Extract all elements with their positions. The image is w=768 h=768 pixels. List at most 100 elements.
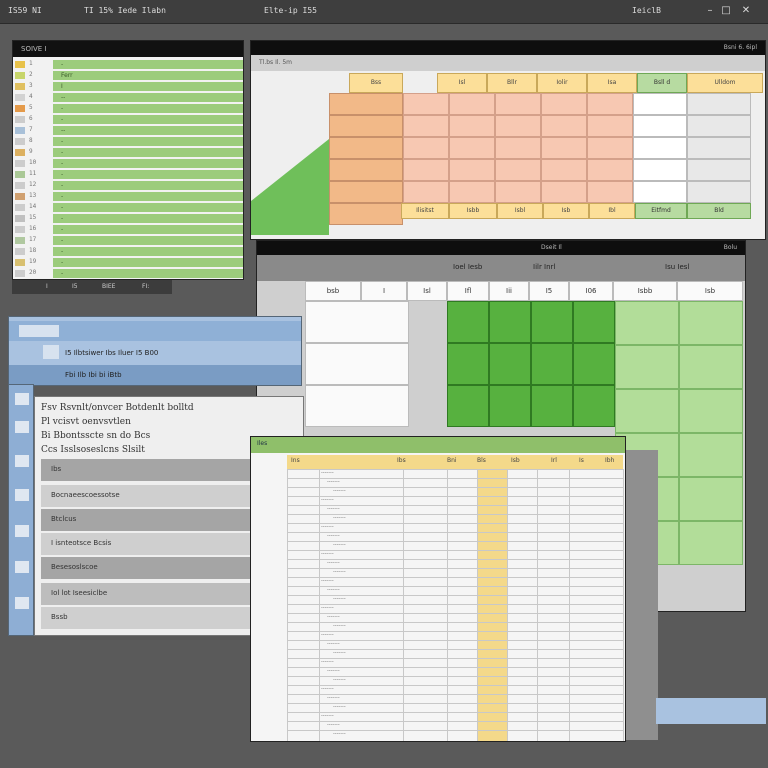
tab-2[interactable]: Iilr Inrl <box>533 263 555 271</box>
list-row[interactable]: 15 - <box>13 213 243 224</box>
tool-icon[interactable] <box>15 455 29 467</box>
grid-cell[interactable] <box>687 181 751 203</box>
option-bar[interactable]: Iol lot Iseesiclbe <box>41 583 251 605</box>
menu-bar[interactable]: TI 15% Iede Ilabn <box>84 6 166 15</box>
grid-cell[interactable] <box>305 343 409 385</box>
grid-cell[interactable] <box>687 159 751 181</box>
grid-cell[interactable] <box>489 385 531 427</box>
footer-cell[interactable]: Isb <box>543 203 589 219</box>
cell-text[interactable]: ------- <box>327 506 340 512</box>
list-item[interactable]: I5 Ilbtsiwer Ibs Iluer I5 B00 <box>9 343 301 363</box>
cell-text[interactable]: ------- <box>321 659 334 665</box>
cell-text[interactable]: ------- <box>327 533 340 539</box>
maximize-icon[interactable]: □ <box>720 5 732 17</box>
grid-cell[interactable] <box>541 137 587 159</box>
grid-cell[interactable] <box>449 181 495 203</box>
grid-cell[interactable] <box>615 389 679 433</box>
window-title-bar[interactable]: Bsni 6. 6ipl <box>251 41 765 55</box>
column-header[interactable]: Bss <box>349 73 403 93</box>
footer-item[interactable]: BIEE <box>102 283 115 290</box>
grid-cell[interactable] <box>531 343 573 385</box>
grid-cell[interactable] <box>541 93 587 115</box>
column-header[interactable]: Bllr <box>487 73 537 93</box>
cell-text[interactable]: ------- <box>327 722 340 728</box>
list-row[interactable]: 17 - <box>13 235 243 246</box>
cell-text[interactable]: ------- <box>333 623 346 629</box>
tab-1[interactable]: Ioel Iesb <box>453 263 482 271</box>
grid-cell[interactable] <box>615 301 679 345</box>
list-row[interactable]: 18 - <box>13 246 243 257</box>
grid-cell[interactable] <box>587 181 633 203</box>
close-icon[interactable]: ✕ <box>740 5 752 17</box>
grid-cell[interactable] <box>541 181 587 203</box>
grid-cell[interactable] <box>403 137 449 159</box>
tool-icon[interactable] <box>15 525 29 537</box>
grid-cell[interactable] <box>447 301 489 343</box>
grid-cell[interactable] <box>679 477 743 521</box>
list-row[interactable]: 5- <box>13 103 243 114</box>
cell-text[interactable]: ------- <box>333 596 346 602</box>
list-row[interactable]: 20 - <box>13 268 243 279</box>
cell-text[interactable]: ------- <box>321 605 334 611</box>
tab-3[interactable]: Isu Iesl <box>665 263 689 271</box>
grid-cell[interactable] <box>633 137 687 159</box>
grid-cell[interactable] <box>495 115 541 137</box>
list-row[interactable]: 4 -- <box>13 92 243 103</box>
list-item[interactable] <box>9 321 301 341</box>
list-row[interactable]: 11 - <box>13 169 243 180</box>
grid-cell[interactable] <box>403 181 449 203</box>
grid-cell[interactable] <box>489 301 531 343</box>
grid-cell[interactable] <box>573 385 615 427</box>
column-header[interactable]: Ifl <box>447 281 489 301</box>
cell-text[interactable]: ------- <box>321 713 334 719</box>
list-item[interactable]: Fbi Ilb Ibi bi iBtb <box>9 365 301 385</box>
grid-cell[interactable] <box>633 93 687 115</box>
grid-cell[interactable] <box>329 181 403 203</box>
grid-cell[interactable] <box>633 115 687 137</box>
grid-cell[interactable] <box>679 521 743 565</box>
column-header[interactable]: Isbb <box>613 281 677 301</box>
grid-cell[interactable] <box>495 159 541 181</box>
minimize-icon[interactable]: – <box>704 5 716 17</box>
list-row[interactable]: 8- <box>13 136 243 147</box>
footer-cell[interactable]: Isbl <box>497 203 543 219</box>
footer-cell[interactable]: Ibl <box>589 203 635 219</box>
cell-text[interactable]: ------- <box>333 731 346 737</box>
cell-text[interactable]: ------- <box>333 488 346 494</box>
option-bar[interactable]: Bssb <box>41 607 251 629</box>
cell-text[interactable]: ------- <box>321 632 334 638</box>
cell-text[interactable]: ------- <box>333 650 346 656</box>
grid-cell[interactable] <box>495 181 541 203</box>
grid-cell[interactable] <box>587 137 633 159</box>
grid-cell[interactable] <box>587 93 633 115</box>
grid-cell[interactable] <box>447 385 489 427</box>
column-header[interactable]: Isl <box>407 281 447 301</box>
grid-cell[interactable] <box>679 345 743 389</box>
window-title-bar[interactable]: SOIVE I <box>13 41 243 57</box>
grid-cell[interactable] <box>305 301 409 343</box>
footer-cell[interactable]: Ilisitst <box>401 203 449 219</box>
cell-text[interactable]: ------- <box>327 560 340 566</box>
list-row[interactable]: 3I <box>13 81 243 92</box>
list-row[interactable]: 1- <box>13 59 243 70</box>
grid-cell[interactable] <box>329 93 403 115</box>
list-row[interactable]: 2 Ferr <box>13 70 243 81</box>
grid-cell[interactable] <box>633 159 687 181</box>
option-bar[interactable]: Besesoslscoe <box>41 557 251 579</box>
grid-cell[interactable] <box>329 159 403 181</box>
grid-cell[interactable] <box>403 93 449 115</box>
tool-icon[interactable] <box>15 393 29 405</box>
cell-text[interactable]: ------- <box>327 614 340 620</box>
list-row[interactable]: 16 - <box>13 224 243 235</box>
grid-cell[interactable] <box>329 115 403 137</box>
grid-cell[interactable] <box>449 93 495 115</box>
cell-text[interactable]: ------- <box>333 677 346 683</box>
option-bar[interactable]: I isnteotsce Bcsis <box>41 533 251 555</box>
cell-text[interactable]: ------- <box>327 641 340 647</box>
column-header[interactable]: bsb <box>305 281 361 301</box>
column-header[interactable]: Ulldom <box>687 73 763 93</box>
grid-cell[interactable] <box>531 385 573 427</box>
cell-text[interactable]: ------- <box>321 686 334 692</box>
cell-text[interactable]: ------- <box>327 695 340 701</box>
grid-cell[interactable] <box>449 159 495 181</box>
